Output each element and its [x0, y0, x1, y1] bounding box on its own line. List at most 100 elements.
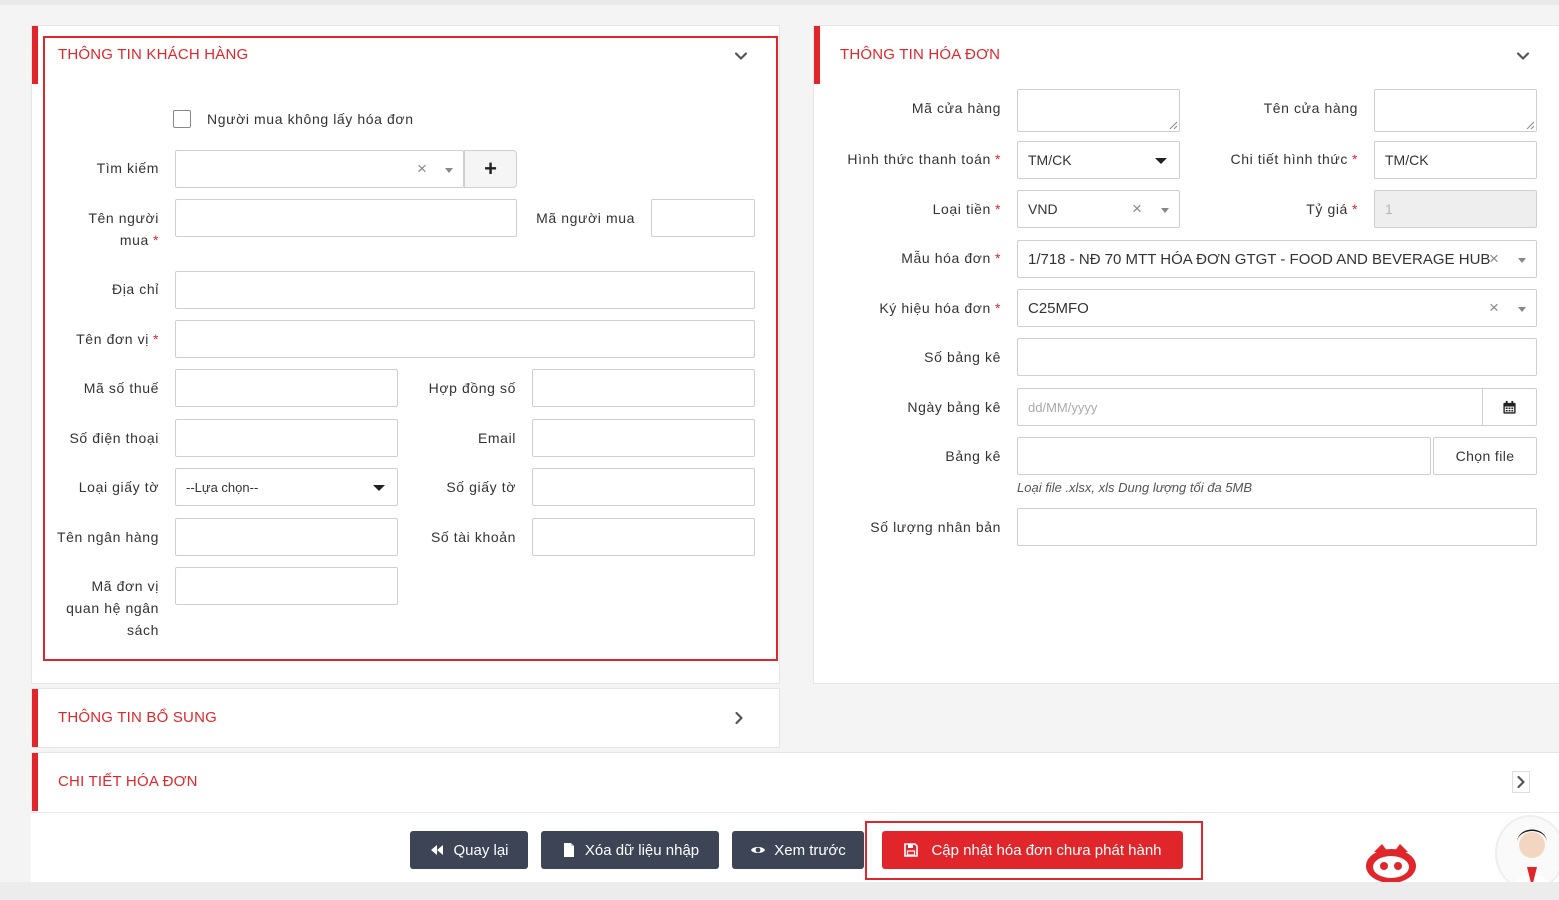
- list-no-input[interactable]: [1017, 338, 1537, 376]
- no-invoice-checkbox[interactable]: [173, 110, 191, 128]
- store-name-input[interactable]: [1374, 89, 1537, 132]
- symbol-label-text: Ký hiệu hóa đơn: [879, 300, 991, 316]
- add-customer-button[interactable]: +: [464, 150, 517, 188]
- chevron-right-icon[interactable]: [731, 710, 747, 726]
- payment-detail-value: TM/CK: [1385, 152, 1429, 168]
- template-label: Mẫu hóa đơn *: [820, 247, 1001, 269]
- invoice-panel-title: THÔNG TIN HÓA ĐƠN: [840, 46, 1001, 63]
- panel-accent-bar: [32, 26, 38, 84]
- extra-panel-title: THÔNG TIN BỔ SUNG: [58, 709, 217, 726]
- copies-input[interactable]: [1017, 508, 1537, 546]
- template-label-text: Mẫu hóa đơn: [901, 250, 991, 266]
- payment-method-select[interactable]: TM/CK: [1017, 141, 1180, 179]
- caret-down-icon: [373, 485, 385, 491]
- panel-accent-bar: [32, 753, 38, 811]
- list-date-input[interactable]: dd/MM/yyyy: [1017, 388, 1537, 426]
- email-input[interactable]: [532, 419, 755, 457]
- budget-unit-label: Mã đơn vị quan hệ ngân sách: [40, 575, 159, 641]
- clear-icon[interactable]: ×: [1132, 199, 1142, 219]
- tax-code-label: Mã số thuế: [83, 380, 159, 396]
- currency-label: Loại tiền *: [820, 198, 1001, 220]
- clear-icon[interactable]: ×: [1489, 298, 1499, 318]
- buyer-name-input[interactable]: [175, 199, 517, 237]
- symbol-select[interactable]: C25MFO ×: [1017, 289, 1537, 327]
- search-select[interactable]: ×: [175, 150, 464, 188]
- budget-unit-label-line1: Mã đơn vị: [91, 578, 159, 594]
- phone-input[interactable]: [175, 419, 398, 457]
- store-code-input[interactable]: [1017, 89, 1180, 132]
- store-code-label: Mã cửa hàng: [911, 100, 1001, 116]
- currency-select[interactable]: VND ×: [1017, 190, 1180, 228]
- currency-value: VND: [1028, 201, 1058, 217]
- doc-type-select[interactable]: --Lựa chọn--: [175, 468, 398, 506]
- clear-input-button[interactable]: Xóa dữ liệu nhập: [541, 831, 719, 869]
- caret-down-icon: [1161, 208, 1169, 213]
- bank-name-input[interactable]: [175, 518, 398, 556]
- chevron-down-icon[interactable]: [1515, 48, 1531, 64]
- caret-down-icon: [1155, 158, 1167, 164]
- exchange-rate-value: 1: [1385, 201, 1393, 217]
- unit-name-label: Tên đơn vị *: [40, 328, 159, 350]
- payment-detail-label: Chi tiết hình thức *: [1190, 148, 1358, 170]
- resize-handle-icon[interactable]: [1169, 121, 1177, 129]
- list-file-input[interactable]: [1017, 437, 1431, 475]
- invoice-detail-panel[interactable]: CHI TIẾT HÓA ĐƠN: [31, 752, 1559, 813]
- store-name-label: Tên cửa hàng: [1263, 100, 1358, 116]
- template-value: 1/718 - NĐ 70 MTT HÓA ĐƠN GTGT - FOOD AN…: [1028, 250, 1491, 268]
- back-button-label: Quay lại: [453, 841, 509, 859]
- exchange-rate-label-text: Tỷ giá: [1306, 201, 1348, 217]
- back-button[interactable]: Quay lại: [410, 831, 528, 869]
- preview-button[interactable]: Xem trước: [732, 831, 864, 869]
- resize-handle-icon[interactable]: [1526, 121, 1534, 129]
- doc-type-value: --Lựa chọn--: [186, 479, 259, 495]
- file-hint: Loại file .xlsx, xls Dung lượng tối đa 5…: [1017, 480, 1253, 495]
- budget-unit-label-line3: sách: [127, 622, 159, 638]
- detail-panel-title: CHI TIẾT HÓA ĐƠN: [58, 773, 198, 790]
- preview-button-label: Xem trước: [774, 841, 846, 859]
- clear-icon[interactable]: ×: [417, 159, 427, 179]
- required-mark: *: [994, 300, 1001, 316]
- search-label: Tìm kiếm: [96, 160, 159, 176]
- address-label: Địa chỉ: [112, 281, 159, 297]
- doc-no-input[interactable]: [532, 468, 755, 506]
- account-no-input[interactable]: [532, 518, 755, 556]
- file-icon: [563, 843, 574, 857]
- budget-unit-input[interactable]: [175, 567, 398, 605]
- payment-detail-input[interactable]: TM/CK: [1374, 141, 1537, 179]
- address-input[interactable]: [175, 271, 755, 309]
- unit-name-label-text: Tên đơn vị: [76, 331, 149, 347]
- required-mark: *: [152, 331, 159, 347]
- top-divider: [0, 0, 1559, 5]
- bank-name-label: Tên ngân hàng: [57, 529, 159, 545]
- template-select[interactable]: 1/718 - NĐ 70 MTT HÓA ĐƠN GTGT - FOOD AN…: [1017, 240, 1537, 278]
- currency-label-text: Loại tiền: [932, 201, 991, 217]
- mascot-icon[interactable]: [1364, 840, 1418, 884]
- extra-info-panel[interactable]: THÔNG TIN BỔ SUNG: [31, 688, 780, 748]
- payment-detail-label-text: Chi tiết hình thức: [1230, 151, 1348, 167]
- buyer-name-label-line2: mua: [119, 232, 149, 248]
- no-invoice-checkbox-label: Người mua không lấy hóa đơn: [207, 111, 414, 127]
- phone-label: Số điện thoại: [69, 430, 159, 446]
- unit-name-input[interactable]: [175, 320, 755, 358]
- buyer-name-label: Tên người mua *: [60, 207, 159, 251]
- fast-backward-icon: [431, 845, 444, 855]
- assistant-avatar[interactable]: [1495, 815, 1559, 891]
- payment-method-value: TM/CK: [1028, 152, 1072, 168]
- exchange-rate-label: Tỷ giá *: [1190, 198, 1358, 220]
- choose-file-button[interactable]: Chọn file: [1433, 437, 1537, 475]
- email-label: Email: [477, 430, 516, 446]
- chevron-right-icon[interactable]: [1512, 771, 1530, 793]
- required-mark: *: [1351, 201, 1358, 217]
- buyer-code-input[interactable]: [651, 199, 755, 237]
- required-mark: *: [994, 250, 1001, 266]
- calendar-icon[interactable]: [1482, 388, 1536, 426]
- doc-no-label: Số giấy tờ: [446, 479, 516, 495]
- contract-no-label: Hợp đồng số: [428, 380, 516, 396]
- contract-no-input[interactable]: [532, 369, 755, 407]
- account-no-label: Số tài khoản: [430, 529, 516, 545]
- budget-unit-label-line2: quan hệ ngân: [66, 600, 159, 616]
- tax-code-input[interactable]: [175, 369, 398, 407]
- list-date-placeholder: dd/MM/yyyy: [1028, 399, 1098, 415]
- clear-icon[interactable]: ×: [1489, 249, 1499, 269]
- symbol-value: C25MFO: [1028, 299, 1089, 317]
